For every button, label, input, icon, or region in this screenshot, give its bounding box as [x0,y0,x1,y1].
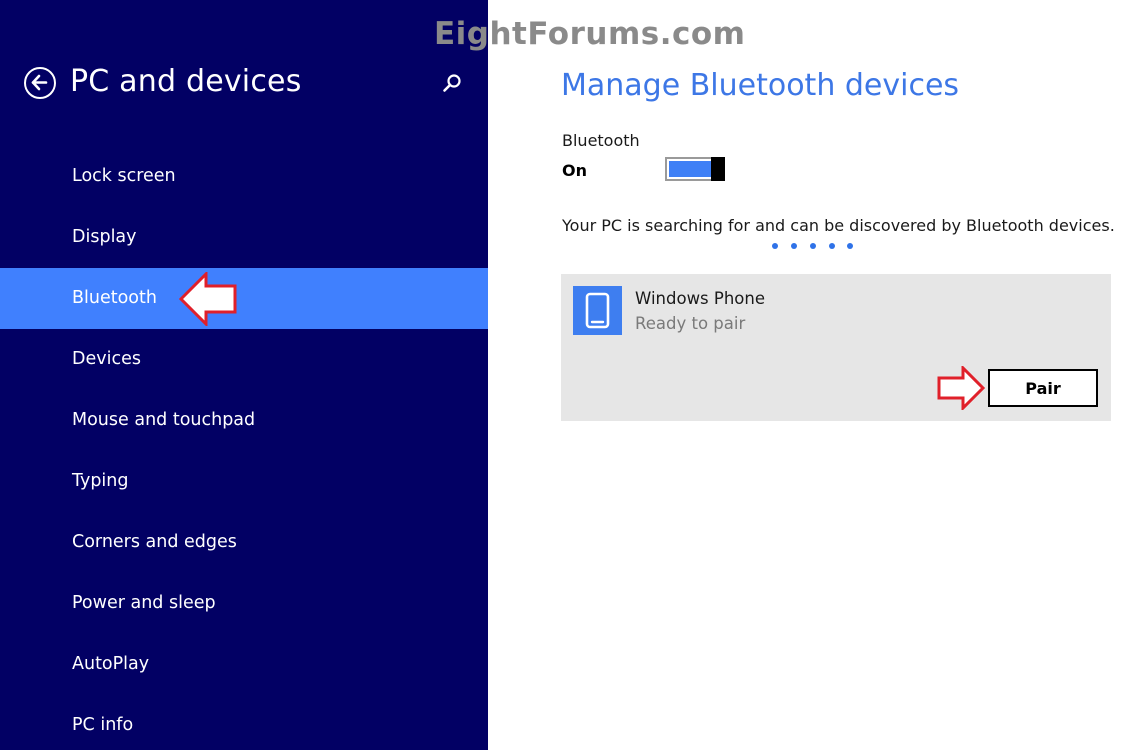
progress-dot [772,243,778,249]
bluetooth-label: Bluetooth [562,131,640,150]
device-card[interactable]: Windows Phone Ready to pair Pair [561,274,1111,421]
sidebar-item-label: Devices [72,349,141,369]
sidebar-item-label: PC info [72,715,134,735]
sidebar-item-label: AutoPlay [72,654,150,674]
sidebar-item-autoplay[interactable]: AutoPlay [0,634,488,695]
sidebar-item-corners-edges[interactable]: Corners and edges [0,512,488,573]
device-tile [573,286,622,335]
sidebar-title: PC and devices [70,64,302,99]
sidebar-item-label: Bluetooth [72,288,157,308]
search-status-text: Your PC is searching for and can be disc… [562,216,1115,235]
back-button[interactable] [24,67,56,99]
sidebar-item-label: Typing [72,471,129,491]
watermark: EightForums.com [434,16,746,52]
arrow-annotation-icon [937,366,985,410]
search-icon [443,74,461,92]
progress-dot [791,243,797,249]
sidebar-item-label: Corners and edges [72,532,237,552]
toggle-track-fill [669,161,711,177]
back-arrow-icon [31,74,48,91]
pair-button[interactable]: Pair [988,369,1098,407]
sidebar-item-bluetooth[interactable]: Bluetooth [0,268,488,329]
sidebar-item-label: Lock screen [72,166,176,186]
device-name: Windows Phone [635,289,766,308]
search-button[interactable] [441,72,465,96]
sidebar-item-label: Display [72,227,137,247]
progress-dot [847,243,853,249]
sidebar-item-mouse-touchpad[interactable]: Mouse and touchpad [0,390,488,451]
bluetooth-toggle[interactable] [665,157,725,181]
page-title: Manage Bluetooth devices [561,68,960,103]
sidebar-item-lock-screen[interactable]: Lock screen [0,146,488,207]
toggle-knob[interactable] [711,157,725,181]
sidebar-item-power-sleep[interactable]: Power and sleep [0,573,488,634]
sidebar-item-label: Mouse and touchpad [72,410,256,430]
arrow-annotation-icon [179,272,237,326]
progress-dot [829,243,835,249]
settings-nav: Lock screen Display Bluetooth Devices Mo… [0,146,488,756]
bluetooth-state: On [562,161,587,180]
device-status: Ready to pair [635,314,746,333]
progress-dot [810,243,816,249]
sidebar-item-devices[interactable]: Devices [0,329,488,390]
sidebar-item-label: Power and sleep [72,593,216,613]
sidebar-item-typing[interactable]: Typing [0,451,488,512]
sidebar-item-pc-info[interactable]: PC info [0,695,488,756]
sidebar: PC and devices Lock screen Display Bluet… [0,0,488,750]
sidebar-item-display[interactable]: Display [0,207,488,268]
phone-icon [585,292,610,329]
